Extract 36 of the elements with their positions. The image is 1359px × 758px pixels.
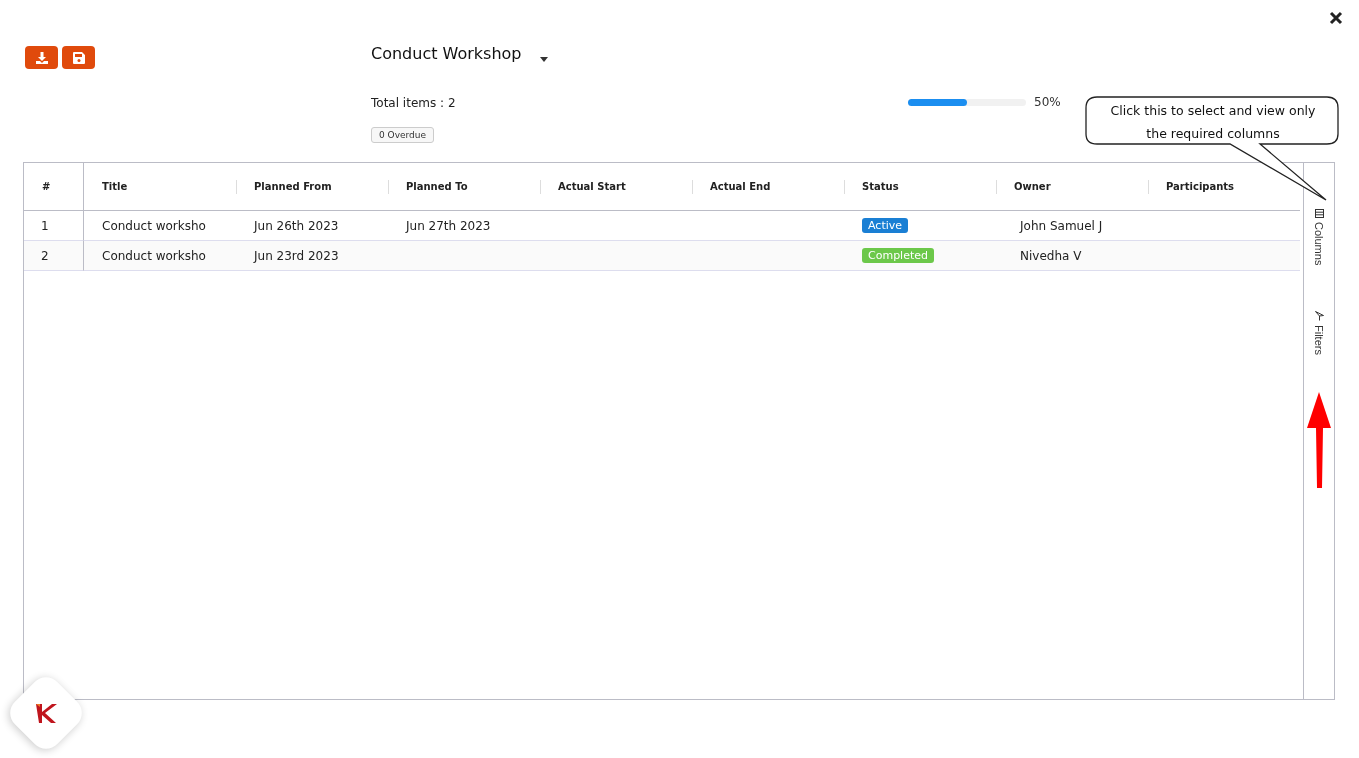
- table-cell: Jun 26th 2023: [254, 218, 339, 233]
- caret-icon[interactable]: [539, 57, 548, 62]
- column-header: Title: [102, 181, 128, 192]
- column-header: #: [42, 181, 51, 192]
- save-icon: [72, 51, 85, 64]
- overdue-badge: 0 Overdue: [371, 127, 435, 143]
- table-cell: Conduct worksho: [102, 248, 206, 263]
- column-header: Actual End: [710, 181, 771, 192]
- status-badge: Active: [862, 218, 909, 233]
- save-button[interactable]: [62, 46, 95, 69]
- table-cell: Jun 23rd 2023: [254, 248, 339, 263]
- logo-icon: [34, 702, 58, 724]
- download-button[interactable]: [25, 46, 58, 69]
- column-header: Planned To: [406, 181, 468, 192]
- column-header: Status: [862, 181, 899, 192]
- column-header: Owner: [1014, 181, 1051, 192]
- column-header: Actual Start: [558, 181, 626, 192]
- report-title: Conduct Workshop: [371, 46, 522, 62]
- callout-text: Click this to select and view only the required columns: [1109, 102, 1317, 143]
- table-cell: John Samuel J: [1020, 218, 1103, 233]
- columns-icon: [1314, 209, 1324, 218]
- column-header: Participants: [1166, 181, 1235, 192]
- table-cell: 2: [41, 248, 49, 263]
- total-items-text: Total items : 2: [371, 96, 457, 112]
- side-tab[interactable]: Filters: [1313, 311, 1325, 356]
- status-badge: Completed: [862, 248, 934, 263]
- side-tab[interactable]: Columns: [1313, 209, 1325, 266]
- arrow-icon: [1306, 392, 1332, 490]
- download-icon: [35, 51, 48, 64]
- table-cell: Jun 27th 2023: [406, 218, 491, 233]
- table-cell: Nivedha V: [1020, 248, 1082, 263]
- column-header: Planned From: [254, 181, 332, 192]
- table-cell: 1: [41, 218, 49, 233]
- progress-reading: 50%: [1034, 95, 1061, 109]
- table-cell: Conduct worksho: [102, 218, 206, 233]
- close-button[interactable]: [1329, 11, 1343, 25]
